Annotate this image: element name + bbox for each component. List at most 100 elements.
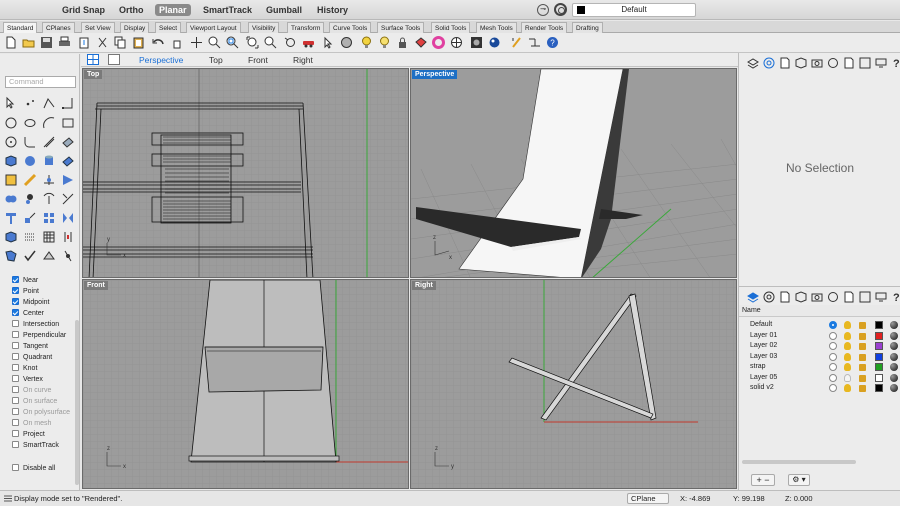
trim-tool-icon[interactable] xyxy=(42,192,56,206)
tab-drafting[interactable]: Drafting xyxy=(572,22,603,33)
snap-midpoint-checkbox[interactable] xyxy=(12,298,19,305)
snap-intersection[interactable]: Intersection xyxy=(12,320,59,331)
panel-layout-icon[interactable] xyxy=(859,57,871,69)
layer-name[interactable]: Layer 01 xyxy=(750,331,777,341)
layer-material-icon[interactable] xyxy=(890,363,898,371)
snap-tangent-checkbox[interactable] xyxy=(12,342,19,349)
layer-lock-icon[interactable] xyxy=(859,353,866,361)
layer-name[interactable]: strap xyxy=(750,362,766,372)
viewport-front[interactable]: z x Front xyxy=(82,279,409,489)
zoom-window-icon[interactable] xyxy=(226,36,239,49)
layer-visible-icon[interactable] xyxy=(844,321,851,329)
snap-midpoint[interactable]: Midpoint xyxy=(12,298,49,309)
tab-surface-tools[interactable]: Surface Tools xyxy=(377,22,425,33)
history-toggle[interactable]: History xyxy=(313,4,352,16)
layer-color-swatch[interactable] xyxy=(875,363,883,371)
render-preview-icon[interactable] xyxy=(470,36,483,49)
select-tool-icon[interactable] xyxy=(4,96,18,110)
layer-select[interactable]: Default xyxy=(572,3,696,17)
display-icon[interactable] xyxy=(875,57,887,69)
layer-name[interactable]: Layer 02 xyxy=(750,341,777,351)
snap-near-checkbox[interactable] xyxy=(12,276,19,283)
cut-icon[interactable] xyxy=(96,36,109,49)
layer-material-icon[interactable] xyxy=(890,384,898,392)
layer-name[interactable]: Layer 05 xyxy=(750,373,777,383)
snap-knot[interactable]: Knot xyxy=(12,364,37,375)
tab-solid-tools[interactable]: Solid Tools xyxy=(431,22,471,33)
undo-view-icon[interactable] xyxy=(284,36,297,49)
tab-set-view[interactable]: Set View xyxy=(81,22,115,33)
arc-tool-icon[interactable] xyxy=(42,116,56,130)
surface-tool-icon[interactable] xyxy=(61,135,75,149)
snap-knot-checkbox[interactable] xyxy=(12,364,19,371)
document-icon[interactable] xyxy=(779,57,791,69)
current-layer-radio[interactable] xyxy=(829,342,837,350)
single-viewport-icon[interactable] xyxy=(108,54,120,65)
viewport-right[interactable]: z y Right xyxy=(410,279,737,489)
planar-toggle[interactable]: Planar xyxy=(155,4,191,16)
snap-project-checkbox[interactable] xyxy=(12,430,19,437)
new-file-icon[interactable] xyxy=(4,36,17,49)
circle-3pt-icon[interactable] xyxy=(4,135,18,149)
layer-lock-icon[interactable] xyxy=(859,364,866,371)
zoom-extents-icon[interactable] xyxy=(246,36,259,49)
viewport-label-right[interactable]: Right xyxy=(412,281,436,290)
check-tool-icon[interactable] xyxy=(23,249,37,263)
layer-color-swatch[interactable] xyxy=(875,373,883,382)
tab-top[interactable]: Top xyxy=(209,55,223,65)
snap-perpendicular-checkbox[interactable] xyxy=(12,331,19,338)
layer-row[interactable]: Layer 01 xyxy=(739,331,900,342)
cylinder-solid-icon[interactable] xyxy=(42,154,56,168)
snap-near[interactable]: Near xyxy=(12,276,38,287)
viewport-sphere-icon[interactable] xyxy=(450,36,463,49)
osnap-icon[interactable]: ⊸ xyxy=(537,4,549,16)
cube-tab-icon[interactable] xyxy=(795,291,807,303)
current-layer-radio[interactable] xyxy=(829,363,837,371)
layer-lock-icon[interactable] xyxy=(859,322,866,329)
layer-material-icon[interactable] xyxy=(890,331,898,340)
render-sphere-icon[interactable] xyxy=(488,36,501,49)
curve-tool-icon[interactable] xyxy=(61,96,75,110)
document-tab-icon[interactable] xyxy=(779,291,791,303)
snap-intersection-checkbox[interactable] xyxy=(12,320,19,327)
layer-visible-icon[interactable] xyxy=(844,352,851,361)
layer-panel-scrollbar[interactable] xyxy=(742,460,856,464)
properties-icon[interactable] xyxy=(763,57,775,69)
disable-all-checkbox[interactable] xyxy=(12,464,19,471)
layer-ball-icon[interactable] xyxy=(340,36,353,49)
tab-transform[interactable]: Transform xyxy=(287,22,325,33)
save-icon[interactable] xyxy=(40,36,53,49)
array-tool-icon[interactable] xyxy=(42,211,56,225)
layer-color-swatch[interactable] xyxy=(875,321,883,329)
layer-row[interactable]: solid v2 xyxy=(739,383,900,394)
help-tab-icon[interactable]: ? xyxy=(891,291,900,303)
pipe-tool-icon[interactable] xyxy=(23,173,37,187)
layer-material-icon[interactable] xyxy=(890,342,898,350)
tab-select[interactable]: Select xyxy=(155,22,182,33)
dimension-tool-icon[interactable] xyxy=(61,230,75,244)
file-icon[interactable] xyxy=(843,57,855,69)
current-layer-radio[interactable] xyxy=(829,373,837,382)
list-icon[interactable] xyxy=(4,495,12,502)
scale-tool-icon[interactable] xyxy=(23,211,37,225)
viewport-top[interactable]: y x Top xyxy=(82,68,409,278)
tab-perspective[interactable]: Perspective xyxy=(139,55,183,65)
snap-vertex-checkbox[interactable] xyxy=(12,375,19,382)
snap-center[interactable]: Center xyxy=(12,309,44,320)
left-panel-scrollbar[interactable] xyxy=(75,320,79,485)
materials-icon[interactable] xyxy=(827,57,839,69)
sphere-solid-icon[interactable] xyxy=(23,154,37,168)
layer-color-swatch[interactable] xyxy=(875,352,883,361)
file-tab-icon[interactable] xyxy=(843,291,855,303)
sweep-tool-icon[interactable] xyxy=(42,173,56,187)
materials-tab-icon[interactable] xyxy=(827,291,839,303)
zoom-dynamic-icon[interactable] xyxy=(208,36,221,49)
layer-row[interactable]: Layer 03 xyxy=(739,352,900,363)
paint-bucket-icon[interactable] xyxy=(414,36,427,49)
snap-center-checkbox[interactable] xyxy=(12,309,19,316)
add-remove-layer-button[interactable]: + − xyxy=(751,474,775,486)
current-layer-radio[interactable] xyxy=(829,321,837,329)
tab-mesh-tools[interactable]: Mesh Tools xyxy=(476,22,517,33)
gumball-icon[interactable] xyxy=(510,36,523,49)
layer-visible-icon[interactable] xyxy=(844,342,851,350)
